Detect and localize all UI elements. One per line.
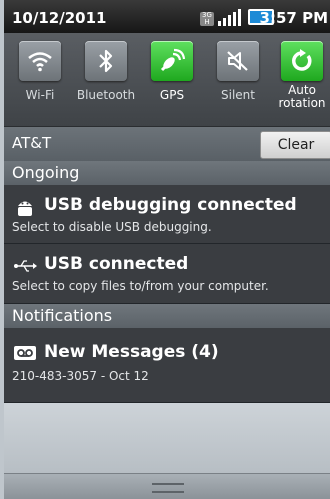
panel-empty-area <box>4 403 330 473</box>
ongoing-item-usb-debugging[interactable]: USB debugging connected Select to disabl… <box>4 185 330 244</box>
notification-subtitle: Select to disable USB debugging. <box>12 220 212 234</box>
toggle-wifi-label: Wi-Fi <box>25 88 55 102</box>
toggle-auto-rotation[interactable]: Auto rotation <box>272 41 330 121</box>
bluetooth-icon <box>85 41 127 81</box>
toggle-gps[interactable]: GPS <box>142 41 202 121</box>
silent-icon <box>217 41 259 81</box>
notification-title: USB connected <box>44 254 189 274</box>
grip-icon <box>152 483 184 493</box>
quick-settings-bar: Wi-Fi Bluetooth GPS Silent Auto rotation <box>4 33 330 127</box>
notification-title: New Messages (4) <box>44 342 219 362</box>
android-icon <box>18 201 32 216</box>
toggle-silent-label: Silent <box>221 88 255 102</box>
clear-button[interactable]: Clear <box>260 131 330 159</box>
section-header-notifications: Notifications <box>4 304 330 328</box>
notification-subtitle: Select to copy files to/from your comput… <box>12 279 269 293</box>
status-date: 10/12/2011 <box>12 9 107 27</box>
notification-title: USB debugging connected <box>44 195 297 215</box>
network-3g-icon: 3G H <box>200 12 214 26</box>
toggle-bluetooth-label: Bluetooth <box>76 88 136 102</box>
panel-drag-handle[interactable] <box>4 473 330 499</box>
toggle-bluetooth[interactable]: Bluetooth <box>76 41 136 121</box>
toggle-silent[interactable]: Silent <box>208 41 268 121</box>
signal-icon <box>218 8 241 26</box>
usb-icon <box>14 260 37 272</box>
status-time: 3:57 PM <box>259 9 328 27</box>
carrier-name: AT&T <box>12 134 52 152</box>
notification-subtitle: 210-483-3057 - Oct 12 <box>12 369 149 383</box>
notification-item-new-messages[interactable]: New Messages (4) 210-483-3057 - Oct 12 <box>4 328 330 403</box>
voicemail-icon <box>14 346 36 360</box>
wifi-icon <box>19 41 61 81</box>
status-bar: 10/12/2011 3G H 3:57 PM <box>4 0 330 33</box>
ongoing-item-usb-connected[interactable]: USB connected Select to copy files to/fr… <box>4 244 330 304</box>
gps-icon <box>151 41 193 81</box>
toggle-wifi[interactable]: Wi-Fi <box>10 41 70 121</box>
carrier-bar: AT&T Clear <box>4 127 330 161</box>
rotation-icon <box>281 41 323 81</box>
toggle-gps-label: GPS <box>159 88 185 102</box>
section-header-ongoing: Ongoing <box>4 161 330 185</box>
notification-panel: 10/12/2011 3G H 3:57 PM Wi-Fi Bluetooth … <box>4 0 330 499</box>
toggle-auto-rotation-label: Auto rotation <box>278 83 326 110</box>
